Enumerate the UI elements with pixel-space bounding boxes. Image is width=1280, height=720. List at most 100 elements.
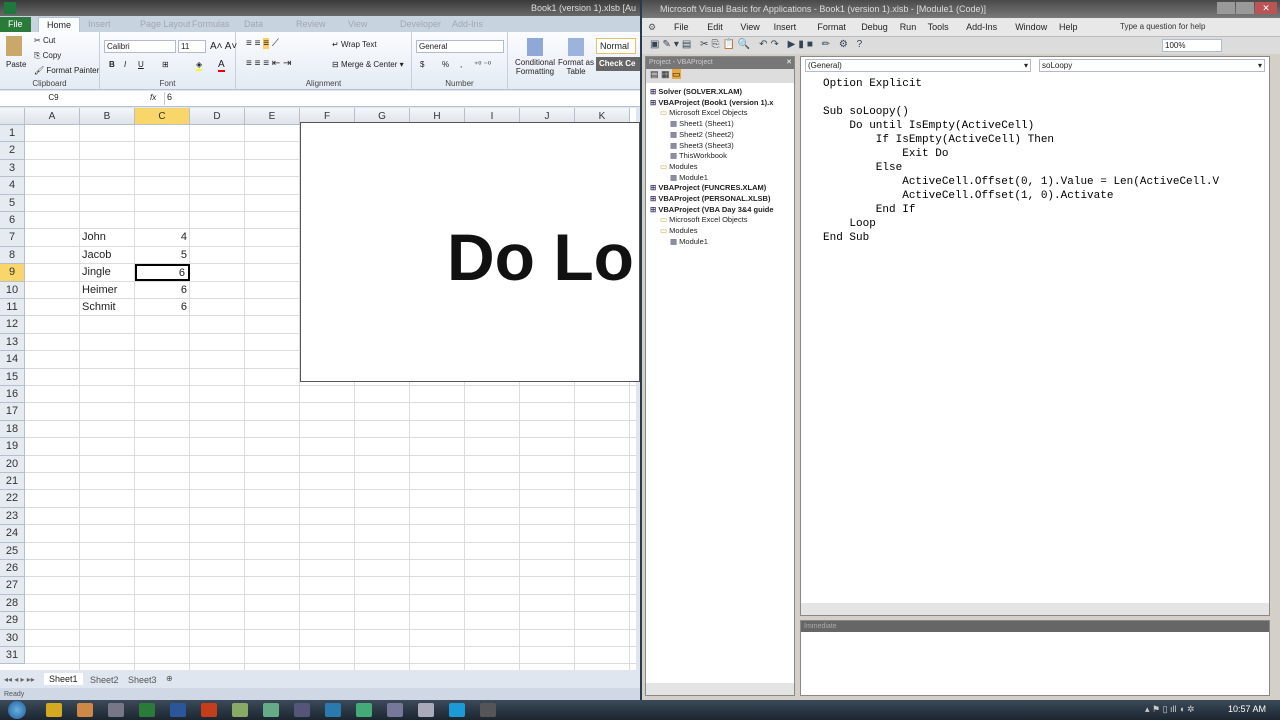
taskbar-powerpoint-icon[interactable] bbox=[201, 703, 217, 717]
row-header-22[interactable]: 22 bbox=[0, 490, 25, 508]
taskbar-app7-icon[interactable] bbox=[232, 703, 248, 717]
style-check-cell[interactable]: Check Ce bbox=[596, 57, 640, 71]
column-header-C[interactable]: C bbox=[135, 108, 190, 125]
decimal-icons[interactable]: ⁺⁰ ⁻⁰ bbox=[474, 60, 491, 69]
tree-item[interactable]: ⊞ Solver (SOLVER.XLAM) bbox=[650, 87, 742, 96]
cell-b7[interactable]: John bbox=[82, 229, 106, 246]
row-header-24[interactable]: 24 bbox=[0, 525, 25, 543]
code-line[interactable]: End Sub bbox=[823, 231, 1219, 245]
cell-c7[interactable]: 4 bbox=[135, 229, 190, 246]
menu-insert[interactable]: Insert bbox=[774, 22, 797, 32]
code-line[interactable]: Loop bbox=[823, 217, 1219, 231]
tree-item[interactable]: ▦ ThisWorkbook bbox=[670, 151, 727, 160]
taskbar-app13-icon[interactable] bbox=[418, 703, 434, 717]
cell-c9[interactable]: 6 bbox=[135, 264, 190, 282]
menu-view[interactable]: View bbox=[740, 22, 759, 32]
tree-item[interactable]: ▭ Microsoft Excel Objects bbox=[660, 215, 748, 224]
taskbar-app12-icon[interactable] bbox=[387, 703, 403, 717]
row-header-7[interactable]: 7 bbox=[0, 229, 25, 247]
menu-debug[interactable]: Debug bbox=[861, 22, 888, 32]
code-line[interactable]: Option Explicit bbox=[823, 77, 1219, 91]
menu-window[interactable]: Window bbox=[1015, 22, 1047, 32]
font-color-icon[interactable]: A bbox=[218, 59, 225, 72]
select-all-corner[interactable] bbox=[0, 108, 25, 125]
currency-button[interactable]: $ bbox=[420, 60, 424, 69]
row-header-11[interactable]: 11 bbox=[0, 299, 25, 317]
menu-help[interactable]: Help bbox=[1059, 22, 1078, 32]
menu-run[interactable]: Run bbox=[900, 22, 917, 32]
tree-item[interactable]: ▭ Microsoft Excel Objects bbox=[660, 108, 748, 117]
sheet-nav-icons[interactable]: ◂◂ ◂ ▸ ▸▸ bbox=[4, 675, 35, 684]
project-horizontal-scrollbar[interactable] bbox=[646, 683, 794, 695]
row-header-5[interactable]: 5 bbox=[0, 194, 25, 212]
bold-button[interactable]: B bbox=[109, 60, 115, 69]
format-painter-button[interactable]: 🖌 Format Painter bbox=[34, 66, 99, 75]
toggle-folders-icon[interactable]: ▭ bbox=[672, 69, 681, 79]
object-dropdown[interactable]: (General) ▾ bbox=[805, 59, 1031, 72]
horizontal-align-icons[interactable]: ≡ ≡ ≡ ⇤ ⇥ bbox=[246, 58, 291, 69]
taskbar-app9-icon[interactable] bbox=[294, 703, 310, 717]
tree-item[interactable]: ⊞ VBAProject (PERSONAL.XLSB) bbox=[650, 194, 770, 203]
immediate-window[interactable]: Immediate bbox=[800, 620, 1270, 696]
row-header-30[interactable]: 30 bbox=[0, 629, 25, 647]
formula-input[interactable]: 6 bbox=[164, 92, 634, 105]
start-button[interactable] bbox=[8, 701, 26, 719]
wrap-text-button[interactable]: ↵ Wrap Text bbox=[332, 40, 377, 49]
row-header-6[interactable]: 6 bbox=[0, 212, 25, 230]
column-header-A[interactable]: A bbox=[25, 108, 80, 125]
close-icon[interactable]: ✕ bbox=[786, 57, 792, 69]
underline-button[interactable]: U bbox=[138, 60, 144, 69]
row-header-15[interactable]: 15 bbox=[0, 368, 25, 386]
tab-home[interactable]: Home bbox=[38, 17, 81, 32]
tab-formulas[interactable]: Formulas bbox=[184, 17, 238, 32]
format-as-table-button[interactable]: Format as Table bbox=[558, 38, 594, 76]
paste-button[interactable]: Paste bbox=[6, 60, 26, 69]
cut-button[interactable]: ✂ Cut bbox=[34, 36, 55, 45]
menu-format[interactable]: Format bbox=[817, 22, 846, 32]
cell-b8[interactable]: Jacob bbox=[82, 247, 111, 264]
tab-data[interactable]: Data bbox=[236, 17, 271, 32]
cell-b9[interactable]: Jingle bbox=[82, 264, 111, 281]
font-size-select[interactable]: 11 bbox=[178, 40, 206, 53]
cell-b11[interactable]: Schmit bbox=[82, 299, 116, 316]
taskbar-app11-icon[interactable] bbox=[356, 703, 372, 717]
row-header-17[interactable]: 17 bbox=[0, 403, 25, 421]
sheet-tab-3[interactable]: Sheet3 bbox=[124, 674, 161, 686]
row-header-14[interactable]: 14 bbox=[0, 351, 25, 369]
taskbar-explorer-icon[interactable] bbox=[108, 703, 124, 717]
zoom-select[interactable]: 100% bbox=[1162, 39, 1222, 52]
cell-c10[interactable]: 6 bbox=[135, 282, 190, 299]
new-sheet-icon[interactable]: ⊕ bbox=[166, 674, 173, 683]
grow-font-button[interactable]: A˄ A˅ bbox=[210, 41, 237, 52]
clock[interactable]: 10:57 AM bbox=[1228, 704, 1266, 714]
style-normal[interactable]: Normal bbox=[596, 38, 636, 54]
cell-c11[interactable]: 6 bbox=[135, 299, 190, 316]
row-header-28[interactable]: 28 bbox=[0, 594, 25, 613]
font-name-select[interactable]: Calibri bbox=[104, 40, 176, 53]
text-box-shape[interactable]: Do Lo bbox=[300, 122, 640, 382]
tab-add-ins[interactable]: Add-Ins bbox=[444, 17, 491, 32]
row-header-12[interactable]: 12 bbox=[0, 316, 25, 334]
code-line[interactable]: End If bbox=[823, 203, 1219, 217]
percent-button[interactable]: % bbox=[442, 60, 449, 69]
menu-tools[interactable]: Tools bbox=[928, 22, 949, 32]
row-header-21[interactable]: 21 bbox=[0, 473, 25, 491]
sheet-tab-1[interactable]: Sheet1 bbox=[44, 673, 83, 685]
help-search-input[interactable]: Type a question for help bbox=[1120, 22, 1205, 31]
row-header-23[interactable]: 23 bbox=[0, 507, 25, 526]
tree-item[interactable]: ⊞ VBAProject (Book1 (version 1).x bbox=[650, 98, 773, 107]
taskbar-outlook-icon[interactable] bbox=[46, 703, 62, 717]
row-header-26[interactable]: 26 bbox=[0, 560, 25, 578]
taskbar-app15-icon[interactable] bbox=[480, 703, 496, 717]
maximize-button[interactable] bbox=[1236, 2, 1254, 14]
code-line[interactable]: Do until IsEmpty(ActiveCell) bbox=[823, 119, 1219, 133]
menu-file[interactable]: File bbox=[674, 22, 689, 32]
tray-icons[interactable]: ▴ ⚑ ▯ ıll ◖ ✲ bbox=[1145, 704, 1195, 715]
view-code-icon[interactable]: ▤ ▦ bbox=[650, 69, 672, 79]
code-editor[interactable]: Option Explicit Sub soLoopy() Do until Is… bbox=[823, 77, 1219, 245]
conditional-formatting-button[interactable]: Conditional Formatting bbox=[512, 38, 558, 76]
taskbar-app10-icon[interactable] bbox=[325, 703, 341, 717]
taskbar-excel-icon[interactable] bbox=[139, 703, 155, 717]
row-header-9[interactable]: 9 bbox=[0, 264, 25, 282]
row-header-3[interactable]: 3 bbox=[0, 159, 25, 178]
